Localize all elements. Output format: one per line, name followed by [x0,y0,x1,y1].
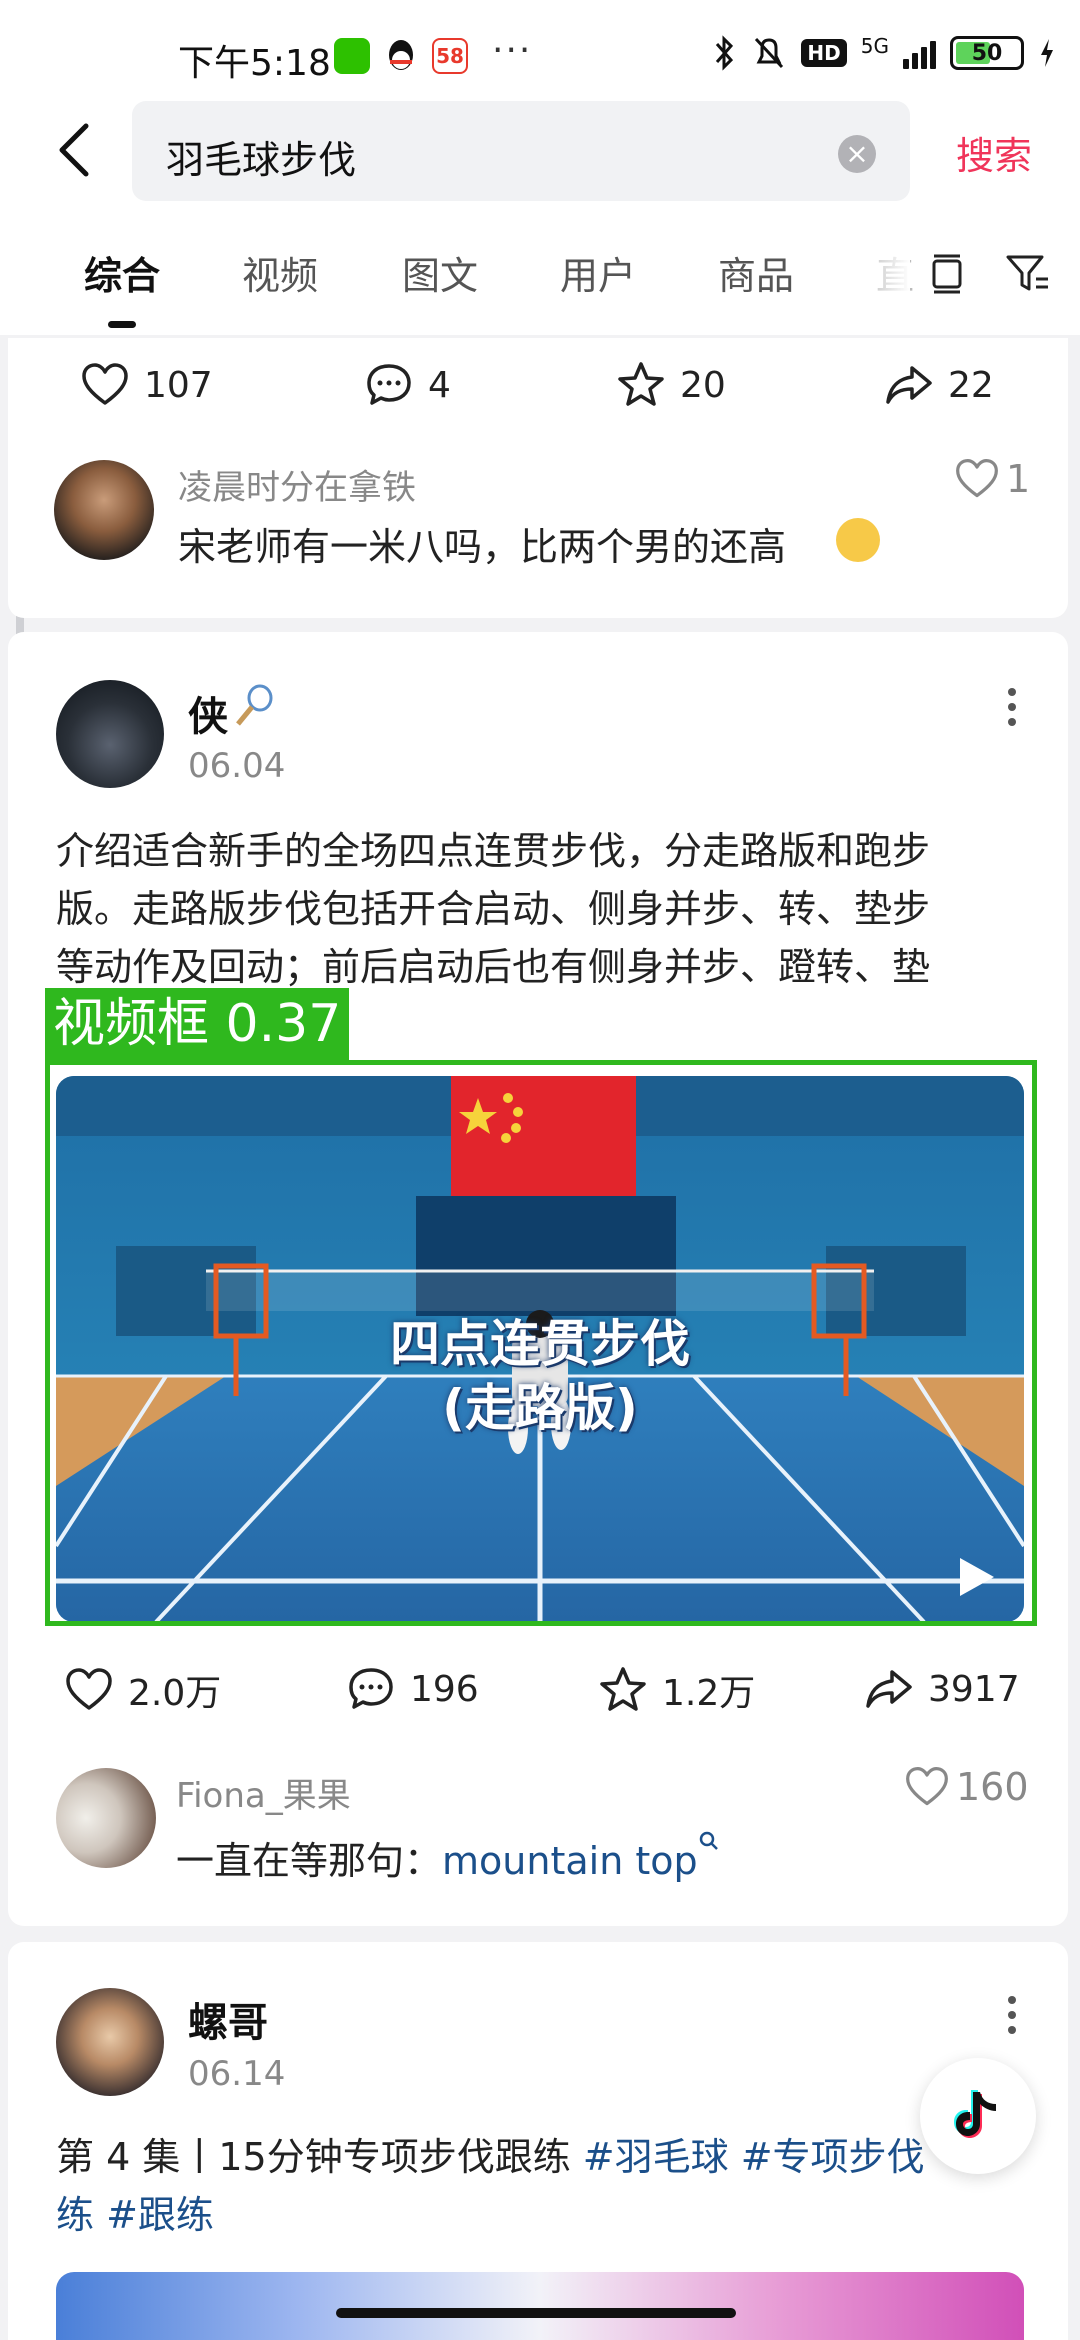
battery-level: 50 [971,40,1003,66]
tab-image-text[interactable]: 图文 [402,245,478,300]
share-arrow-icon [886,366,932,404]
charging-icon [1041,39,1053,67]
tabs-fade [860,235,910,295]
douyin-float-button[interactable] [920,2058,1036,2174]
home-indicator[interactable] [336,2308,736,2318]
video-thumbnail[interactable] [56,2272,1024,2340]
comment-search-link[interactable]: mountain top [442,1839,698,1883]
back-arrow-icon [59,123,89,177]
comment-bubble-icon [349,1668,393,1709]
network-type: 5G [860,34,889,58]
commenter-avatar[interactable] [56,1768,156,1868]
more-notifications-icon: ··· [492,30,533,71]
post-actions: 107 4 20 22 [8,360,1068,430]
status-bar: 下午5:18 58 ··· HD 5G 50 [0,0,1080,110]
back-button[interactable] [44,115,104,185]
star-icon [618,362,664,406]
heart-icon [906,1766,948,1806]
app-58-icon: 58 [432,38,468,74]
detection-label: 视频框 0.37 [45,988,350,1060]
share-count: 3917 [928,1668,1020,1710]
episode-title: 第 4 集丨15分钟专项步伐跟练 [56,2135,583,2179]
author-avatar[interactable] [56,1988,164,2096]
qq-icon [384,38,418,76]
like-count: 107 [144,364,213,406]
comment-button[interactable]: 196 [346,1664,479,1714]
author-name[interactable]: 侠 [188,684,228,742]
heart-icon [82,363,128,405]
share-button[interactable]: 3917 [864,1664,1020,1714]
comment-text: 宋老师有一米八吗，比两个男的还高 [178,525,787,569]
hashtag-link[interactable]: #羽毛球 #专项步伐 [583,2135,925,2179]
more-options-button[interactable] [1002,1996,1022,2034]
heart-icon [66,1668,112,1710]
tab-overview[interactable]: 综合 [84,245,160,300]
filter-icon[interactable] [1002,249,1052,299]
like-count: 2.0万 [128,1673,222,1714]
post-date: 06.04 [188,746,286,786]
share-button[interactable]: 22 [884,360,994,410]
post-date: 06.14 [188,2054,286,2094]
mute-bell-icon [755,37,784,69]
hd-badge: HD [801,39,847,67]
dizzy-emoji-icon [836,518,880,562]
active-tab-indicator [108,321,136,328]
comment-text-prefix: 一直在等那句： [176,1839,443,1883]
commenter-name[interactable]: 凌晨时分在拿铁 [178,460,416,509]
search-icon[interactable] [698,1830,720,1852]
comment-like-button[interactable]: 160 [904,1764,1029,1810]
like-button[interactable]: 107 [80,360,213,410]
signal-icon [903,37,936,69]
post-description[interactable]: 第 4 集丨15分钟专项步伐跟练 #羽毛球 #专项步伐 练 #跟练 [56,2128,1016,2244]
share-count: 22 [948,364,994,406]
post-text-line: 第 4 集丨15分钟专项步伐跟练 #羽毛球 #专项步伐 [56,2128,1016,2186]
post-card-previous: 107 4 20 22 凌晨时分在拿铁 宋老师有一米八吗，比两个男的还高 1 [8,338,1068,618]
douyin-logo-icon [954,2090,996,2138]
comment-button[interactable]: 4 [364,360,451,410]
post-text-line: 版。走路版步伐包括开合启动、侧身并步、转、垫步 [56,887,931,931]
star-icon [600,1667,646,1711]
share-arrow-icon [866,1670,912,1708]
comment-bubble-icon [367,364,411,405]
comment-text: 一直在等那句：mountain top [176,1830,720,1885]
comment-like-count: 1 [1006,457,1031,501]
comment-count: 196 [410,1668,479,1710]
clear-search-button[interactable]: × [838,135,876,173]
status-time: 下午5:18 [178,43,331,84]
tab-videos[interactable]: 视频 [242,245,318,300]
hashtag-link[interactable]: 练 #跟练 [56,2186,1016,2244]
favorite-count: 20 [680,364,726,406]
tab-products[interactable]: 商品 [718,245,794,300]
detection-box [45,1060,1037,1626]
search-button[interactable]: 搜索 [956,125,1032,180]
comment-count: 4 [428,364,451,406]
layout-toggle-icon[interactable] [922,249,972,299]
comment-like-button[interactable]: 1 [954,456,1030,502]
tab-users[interactable]: 用户 [560,245,636,300]
commenter-name[interactable]: Fiona_果果 [176,1768,351,1817]
post-description[interactable]: 介绍适合新手的全场四点连贯步伐，分走路版和跑步 版。走路版步伐包括开合启动、侧身… [56,822,1016,996]
author-name[interactable]: 螺哥 [188,1990,268,2048]
search-input[interactable]: 羽毛球步伐 × [132,101,910,201]
favorite-count: 1.2万 [662,1673,756,1714]
search-header: 羽毛球步伐 × 搜索 [0,95,1080,215]
like-button[interactable]: 2.0万 [64,1664,221,1716]
post-actions: 2.0万 196 1.2万 3917 [8,1664,1068,1734]
search-query: 羽毛球步伐 [166,138,357,182]
favorite-button[interactable]: 1.2万 [598,1664,755,1716]
comment-like-count: 160 [956,1765,1029,1809]
bluetooth-icon [716,35,734,71]
post-text-line: 介绍适合新手的全场四点连贯步伐，分走路版和跑步 [56,829,931,873]
author-avatar[interactable] [56,680,164,788]
wechat-icon [334,38,370,74]
category-tabs: 综合 视频 图文 用户 商品 直 [0,215,1080,335]
commenter-avatar[interactable] [54,460,154,560]
battery-icon: 50 [950,36,1024,70]
badminton-emoji-icon [232,684,274,730]
heart-icon [956,458,998,498]
status-indicators: HD 5G 50 [711,34,1056,72]
more-options-button[interactable] [1002,688,1022,726]
favorite-button[interactable]: 20 [616,360,726,410]
